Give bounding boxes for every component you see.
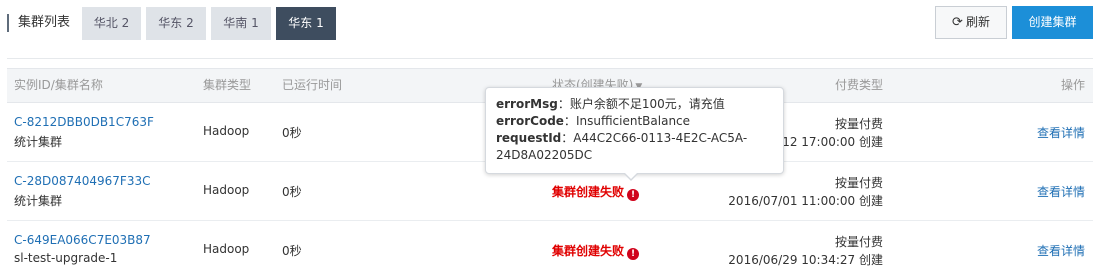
- cluster-type: Hadoop: [203, 242, 250, 256]
- view-details-link[interactable]: 查看详情: [1037, 242, 1085, 259]
- tab-region-east-1[interactable]: 华东 1: [276, 7, 336, 40]
- status-text: 集群创建失败: [552, 185, 625, 199]
- cluster-id-link[interactable]: C-8212DBB0DB1C763F: [14, 115, 154, 129]
- cluster-runtime: 0秒: [282, 185, 302, 199]
- column-header-runtime: 已运行时间: [282, 78, 343, 92]
- cluster-name: sl-test-upgrade-1: [14, 251, 118, 265]
- tooltip-key: requestId: [496, 131, 562, 145]
- cluster-runtime: 0秒: [282, 244, 302, 258]
- cluster-name: 统计集群: [14, 135, 63, 149]
- cluster-type: Hadoop: [203, 183, 250, 197]
- created-time: 2016/07/01 11:00:00 创建: [728, 194, 883, 208]
- column-header-type: 集群类型: [203, 78, 252, 92]
- created-time: 2016/06/29 10:34:27 创建: [728, 253, 883, 267]
- create-cluster-button[interactable]: 创建集群: [1012, 6, 1093, 39]
- refresh-button[interactable]: ⟳ 刷新: [935, 6, 1007, 39]
- tooltip-value: InsufficientBalance: [575, 114, 691, 128]
- table-row: C-649EA066C7E03B87 sl-test-upgrade-1 Had…: [7, 222, 1093, 270]
- divider: [7, 58, 1093, 59]
- error-icon[interactable]: !: [627, 248, 640, 260]
- tooltip-request-id: requestId：A44C2C66-0113-4E2C-AC5A-24D8A0…: [496, 131, 748, 162]
- column-header-billing: 付费类型: [834, 78, 883, 92]
- error-icon[interactable]: !: [627, 189, 640, 201]
- cluster-name: 统计集群: [14, 194, 63, 208]
- cluster-runtime: 0秒: [282, 126, 302, 140]
- tab-region-south-1[interactable]: 华南 1: [211, 7, 271, 40]
- view-details-link[interactable]: 查看详情: [1037, 183, 1085, 200]
- tab-region-east-2[interactable]: 华东 2: [146, 7, 206, 40]
- toolbar: 集群列表 华北 2 华东 2 华南 1 华东 1 ⟳ 刷新 创建集群: [0, 0, 1098, 48]
- view-details-link[interactable]: 查看详情: [1037, 124, 1085, 141]
- error-tooltip: errorMsg：账户余额不足100元，请充值 errorCode：Insuff…: [485, 87, 784, 181]
- refresh-label: 刷新: [965, 15, 990, 29]
- tab-region-north-2[interactable]: 华北 2: [82, 7, 141, 40]
- status-failed: 集群创建失败!: [552, 242, 640, 260]
- page-title: 集群列表: [7, 14, 70, 32]
- cluster-type: Hadoop: [203, 124, 250, 138]
- cluster-id-link[interactable]: C-649EA066C7E03B87: [14, 233, 151, 247]
- status-failed: 集群创建失败!: [552, 183, 640, 201]
- billing-type: 按量付费: [834, 117, 883, 131]
- cluster-id-link[interactable]: C-28D087404967F33C: [14, 174, 150, 188]
- tooltip-error-msg: errorMsg：账户余额不足100元，请充值: [496, 97, 725, 111]
- column-header-actions: 操作: [1060, 78, 1085, 92]
- tooltip-error-code: errorCode：InsufficientBalance: [496, 114, 691, 128]
- billing-type: 按量付费: [834, 235, 883, 249]
- refresh-icon: ⟳: [952, 15, 963, 30]
- status-text: 集群创建失败: [552, 244, 625, 258]
- tooltip-key: errorMsg: [496, 97, 558, 111]
- column-header-id: 实例ID/集群名称: [14, 78, 103, 92]
- billing-type: 按量付费: [834, 176, 883, 190]
- tooltip-arrow-fill: [624, 172, 638, 179]
- tooltip-value: 账户余额不足100元，请充值: [569, 97, 725, 111]
- tooltip-key: errorCode: [496, 114, 564, 128]
